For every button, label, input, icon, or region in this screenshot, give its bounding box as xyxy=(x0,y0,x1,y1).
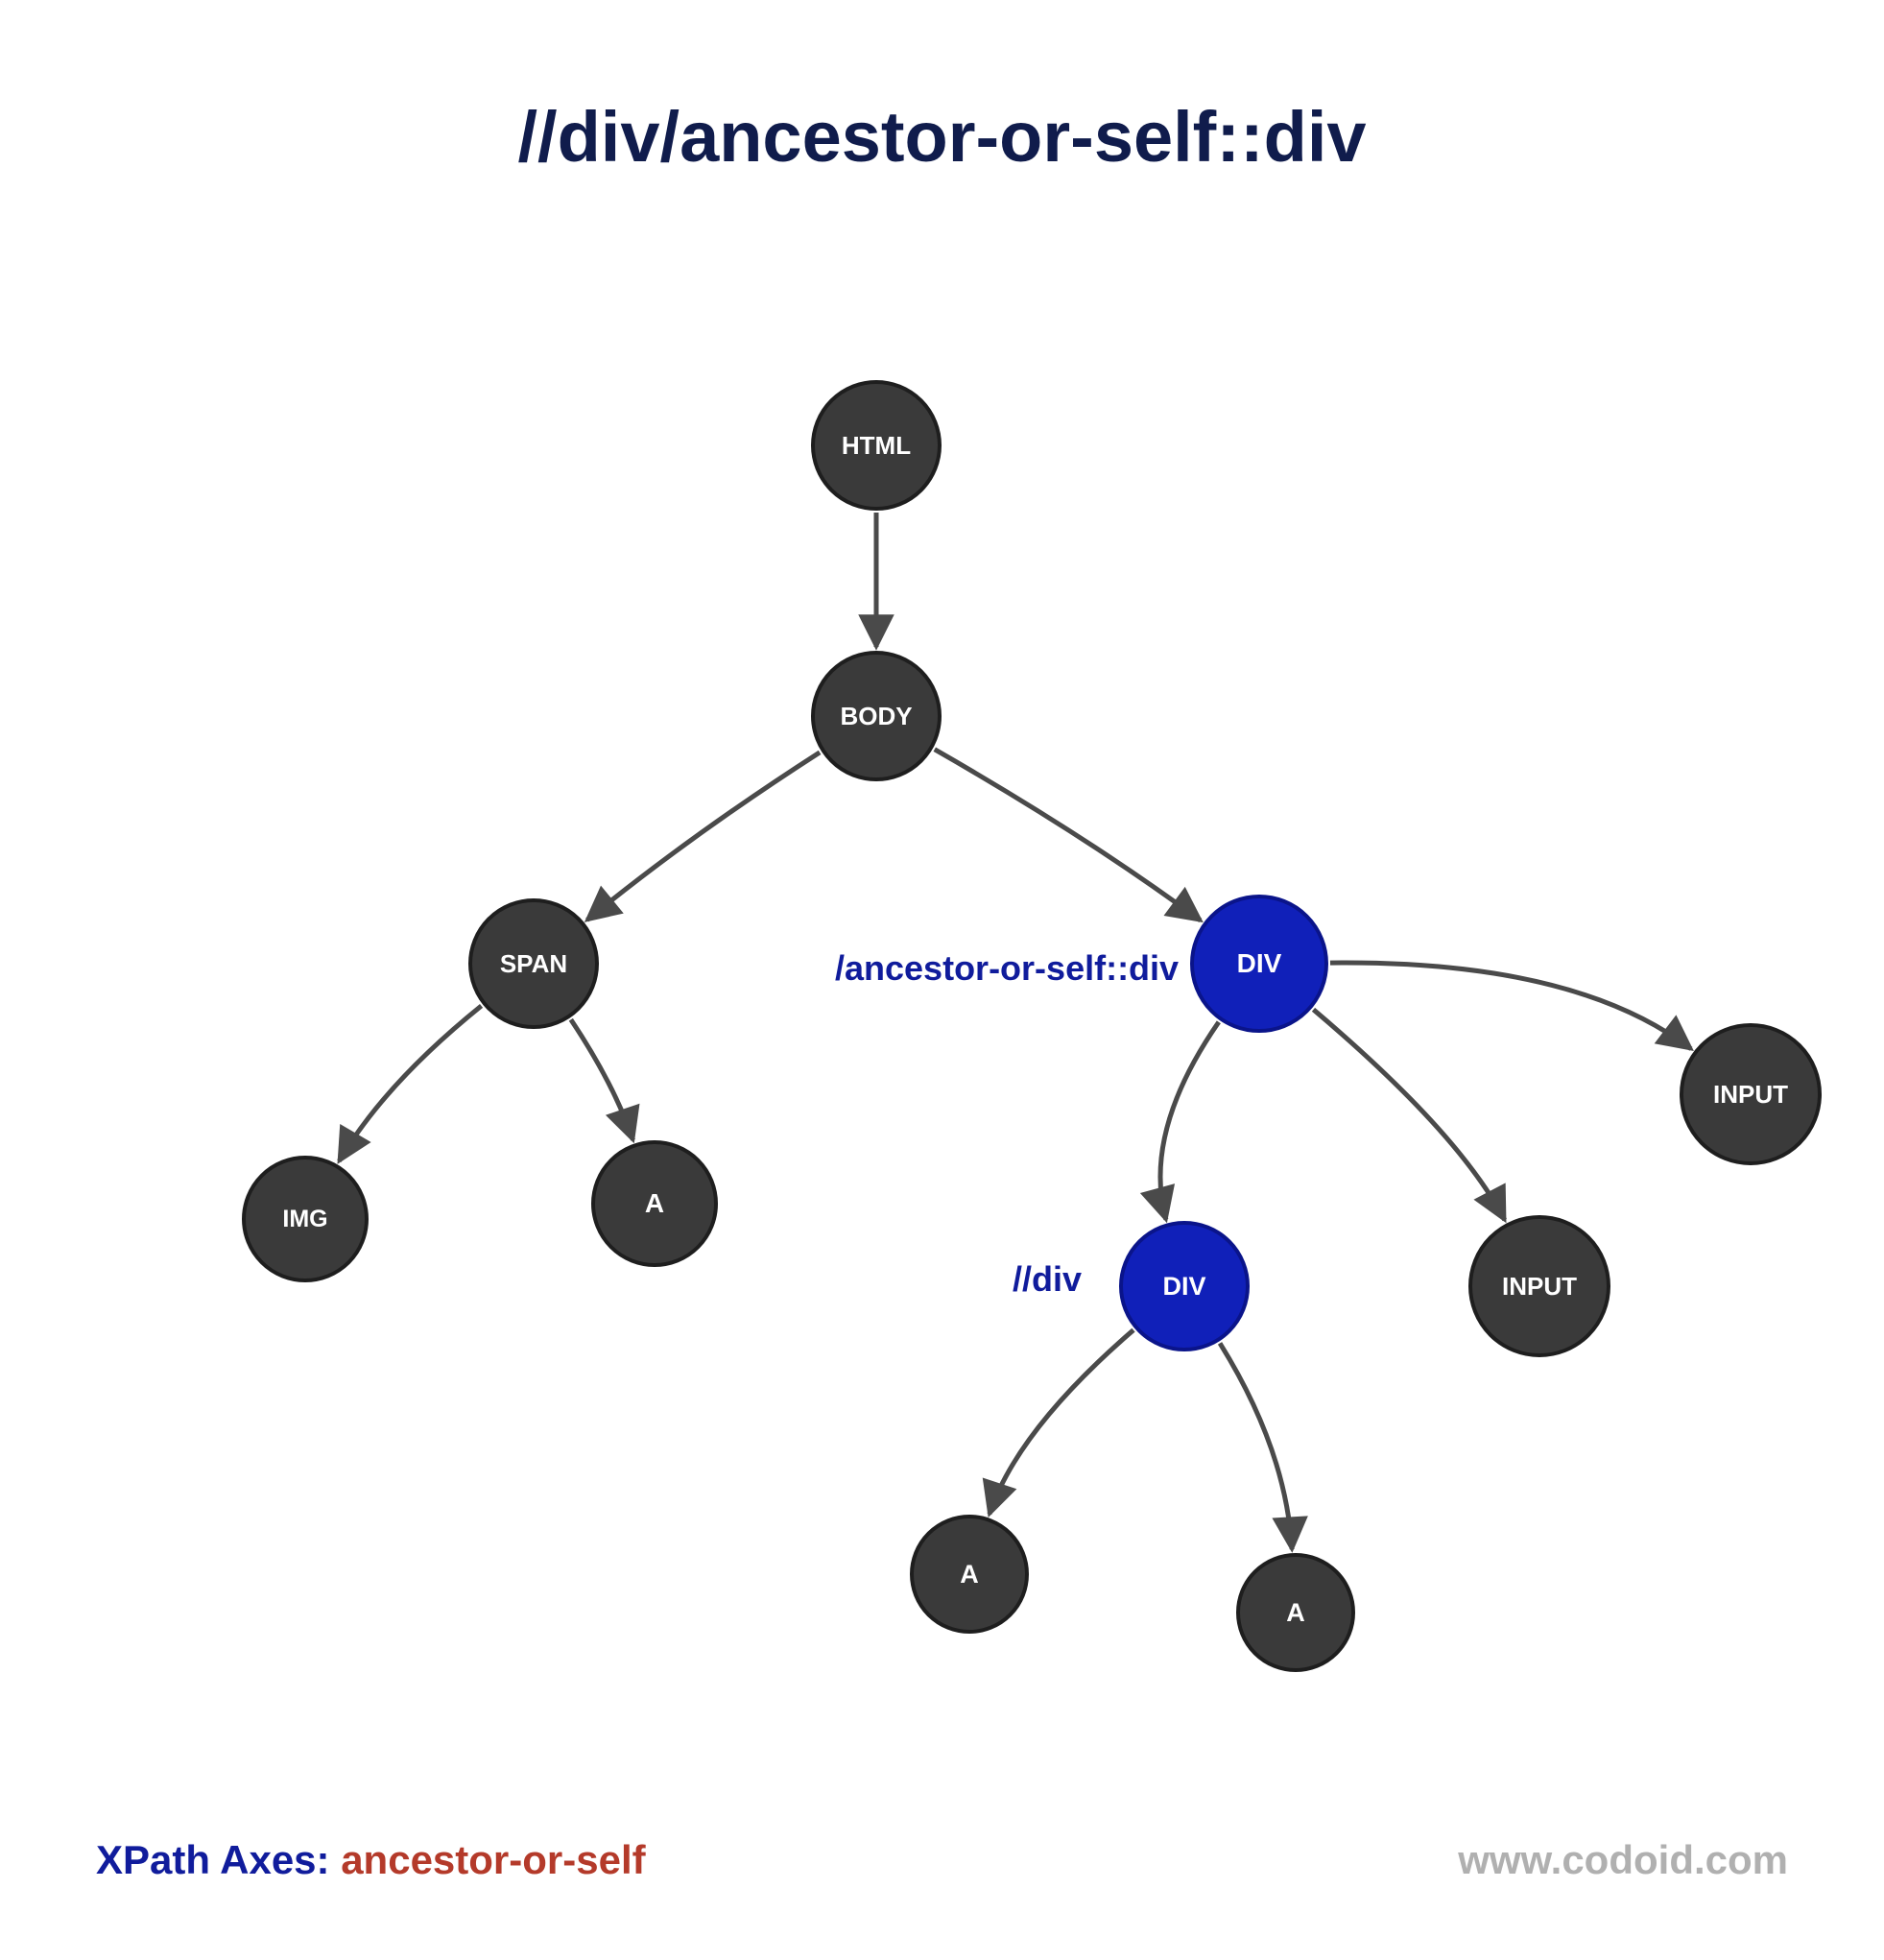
footer-key: XPath Axes: xyxy=(96,1837,341,1882)
watermark: www.codoid.com xyxy=(1458,1837,1788,1883)
node-span: SPAN xyxy=(468,898,599,1029)
node-html: HTML xyxy=(811,380,942,511)
edge-body-span xyxy=(587,753,820,920)
node-a1: A xyxy=(591,1140,718,1267)
edge-div1-div2 xyxy=(1160,1022,1219,1220)
edge-div2-a3 xyxy=(1220,1343,1292,1549)
edge-span-img xyxy=(339,1006,481,1161)
node-body: BODY xyxy=(811,651,942,781)
node-input2: INPUT xyxy=(1468,1215,1610,1357)
edge-div2-a2 xyxy=(990,1330,1133,1515)
annotation-ancestor-or-self: /ancestor-or-self::div xyxy=(835,948,1179,989)
edge-div1-input1 xyxy=(1330,963,1691,1049)
node-a2: A xyxy=(910,1515,1029,1634)
node-input1: INPUT xyxy=(1680,1023,1822,1165)
edge-div1-input2 xyxy=(1313,1010,1504,1220)
node-img: IMG xyxy=(242,1156,369,1282)
edge-span-a1 xyxy=(571,1019,633,1139)
footer-value: ancestor-or-self xyxy=(341,1837,645,1882)
edge-body-div1 xyxy=(935,750,1201,920)
footer-label: XPath Axes: ancestor-or-self xyxy=(96,1837,646,1883)
node-div1: DIV xyxy=(1190,895,1328,1033)
diagram-title: //div/ancestor-or-self::div xyxy=(0,96,1884,178)
node-a3: A xyxy=(1236,1553,1355,1672)
annotation-div-selector: //div xyxy=(1013,1259,1082,1300)
node-div2: DIV xyxy=(1119,1221,1250,1351)
